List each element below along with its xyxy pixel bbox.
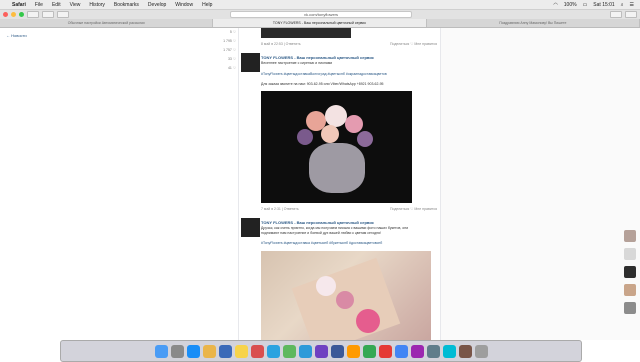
flower-lilac-2 <box>357 131 373 147</box>
address-bar[interactable]: vk.com/tonyflowers <box>230 11 412 18</box>
side-thumb-1[interactable] <box>624 230 636 242</box>
post2-author[interactable]: TONY FLOWERS - Ваш персональный цветочны… <box>261 220 374 225</box>
side-thumb-3[interactable] <box>624 266 636 278</box>
right-panel <box>440 28 640 340</box>
forward-button[interactable] <box>42 11 54 18</box>
battery-icon[interactable]: ▭ <box>583 2 588 8</box>
post1-hashtags[interactable]: #TonyFlowers #цветыдоставкаВолгоград #цв… <box>261 72 387 77</box>
docs-icon[interactable] <box>394 344 408 358</box>
menu-edit[interactable]: Edit <box>52 2 61 8</box>
itunes-icon[interactable] <box>410 344 424 358</box>
menu-help[interactable]: Help <box>202 2 212 8</box>
menu-history[interactable]: History <box>89 2 105 8</box>
counter-4[interactable]: 33 ♡ <box>218 57 236 61</box>
menubar: Safari File Edit View History Bookmarks … <box>0 0 640 10</box>
post1-contact: Для заказа звоните на нам: 903-62-95 или… <box>261 82 384 86</box>
facebook-icon[interactable] <box>330 344 344 358</box>
launchpad-icon[interactable] <box>170 344 184 358</box>
back-label: Новости <box>11 33 27 38</box>
previous-post-image[interactable] <box>261 28 351 38</box>
post1-avatar[interactable] <box>241 53 260 72</box>
counter-5[interactable]: 41 ♡ <box>218 66 236 70</box>
browser-toolbar: vk.com/tonyflowers <box>0 10 640 19</box>
close-window-icon[interactable] <box>3 12 8 17</box>
post2-hashtags[interactable]: #TonyFlowers #цветыдоставка #цветыспб #б… <box>261 241 382 246</box>
side-thumb-4[interactable] <box>624 284 636 296</box>
flower-pink <box>345 115 363 133</box>
basket-shape <box>309 143 365 193</box>
post1-reply[interactable]: Ответить <box>284 207 299 211</box>
back-button[interactable] <box>27 11 39 18</box>
post1-likes[interactable]: Мне нравится <box>414 207 437 211</box>
chrome-icon[interactable] <box>202 344 216 358</box>
mail-icon[interactable] <box>218 344 232 358</box>
tab-active[interactable]: TONY FLOWERS - Ваш персональный цветочны… <box>213 19 427 27</box>
top-post-date[interactable]: 8 май в 22:53 <box>261 42 283 46</box>
menu-list-icon[interactable]: ☰ <box>630 2 634 8</box>
side-thumb-2[interactable] <box>624 248 636 260</box>
post1-date[interactable]: 7 май в 2:31 <box>261 207 281 211</box>
menu-window[interactable]: Window <box>175 2 193 8</box>
post1-photo[interactable] <box>261 91 412 203</box>
menu-bookmarks[interactable]: Bookmarks <box>114 2 139 8</box>
twitter-icon[interactable] <box>266 344 280 358</box>
zoom-window-icon[interactable] <box>19 12 24 17</box>
post1-share[interactable]: Поделиться <box>390 207 409 211</box>
minimize-window-icon[interactable] <box>11 12 16 17</box>
back-to-news-link[interactable]: ← Новости <box>6 33 27 38</box>
safari-icon[interactable] <box>186 344 200 358</box>
dock <box>60 340 582 362</box>
top-post-reply[interactable]: Ответить <box>286 42 301 46</box>
trash-icon[interactable] <box>474 344 488 358</box>
tabs-overview-button[interactable] <box>625 11 637 18</box>
side-thumb-5[interactable] <box>624 302 636 314</box>
menu-view[interactable]: View <box>70 2 81 8</box>
menu-develop[interactable]: Develop <box>148 2 166 8</box>
post2-avatar[interactable] <box>241 218 260 237</box>
share-button[interactable] <box>610 11 622 18</box>
photos-icon[interactable] <box>346 344 360 358</box>
side-counters: 5 ♡ 1 795 ♡ 1 757 ♡ 33 ♡ 41 ♡ <box>218 30 236 75</box>
post1-author[interactable]: TONY FLOWERS - Ваш персональный цветочны… <box>261 55 374 60</box>
viber-icon[interactable] <box>314 344 328 358</box>
notes-icon[interactable] <box>234 344 248 358</box>
bouquet-flower-2 <box>336 291 354 309</box>
left-column <box>0 28 238 340</box>
tab-3[interactable]: Поздравляю Анну Мамонову! Вы Пишете <box>427 19 640 27</box>
top-post-share[interactable]: Поделиться <box>390 42 409 46</box>
post2-photo[interactable] <box>261 251 431 341</box>
top-post-likes[interactable]: Мне нравится <box>414 42 437 46</box>
sidebar-button[interactable] <box>57 11 69 18</box>
telegram-icon[interactable] <box>298 344 312 358</box>
clock[interactable]: Sat 15:01 <box>593 2 614 8</box>
search-icon[interactable]: ⌕ <box>621 2 624 8</box>
post1-line1: Весеннее настроение с сиренью и пионами <box>261 61 333 65</box>
counter-1[interactable]: 5 ♡ <box>218 30 236 34</box>
bouquet-ribbon <box>356 309 380 333</box>
finder-icon[interactable] <box>154 344 168 358</box>
tab-1[interactable]: Обычные настройки Автоматической рассылк… <box>0 19 214 27</box>
post2-line2: поднимают нам настроение и боевой дух ва… <box>261 231 381 235</box>
wifi-icon[interactable]: ◠ <box>553 2 557 8</box>
calendar-icon[interactable] <box>250 344 264 358</box>
flower-rose <box>321 125 339 143</box>
appstore-icon[interactable] <box>442 344 456 358</box>
folder-icon[interactable] <box>458 344 472 358</box>
top-post-meta: 8 май в 22:53 | Ответить Поделиться ♡ Мн… <box>261 42 437 46</box>
adobe-icon[interactable] <box>378 344 392 358</box>
menu-app[interactable]: Safari <box>12 2 26 8</box>
post1-meta: 7 май в 2:31 | Ответить Поделиться ♡ Мне… <box>261 207 437 211</box>
messages-icon[interactable] <box>282 344 296 358</box>
counter-3[interactable]: 1 757 ♡ <box>218 48 236 52</box>
flower-white <box>325 105 347 127</box>
sheets-icon[interactable] <box>362 344 376 358</box>
status-area: ◠ 100% ▭ Sat 15:01 ⌕ ☰ <box>553 2 634 8</box>
settings-icon[interactable] <box>426 344 440 358</box>
counter-2[interactable]: 1 795 ♡ <box>218 39 236 43</box>
flower-lilac <box>297 129 313 145</box>
menu-file[interactable]: File <box>35 2 43 8</box>
bouquet-flower-1 <box>316 276 336 296</box>
battery-label: 100% <box>563 1 577 8</box>
tab-bar: Обычные настройки Автоматической рассылк… <box>0 19 640 28</box>
